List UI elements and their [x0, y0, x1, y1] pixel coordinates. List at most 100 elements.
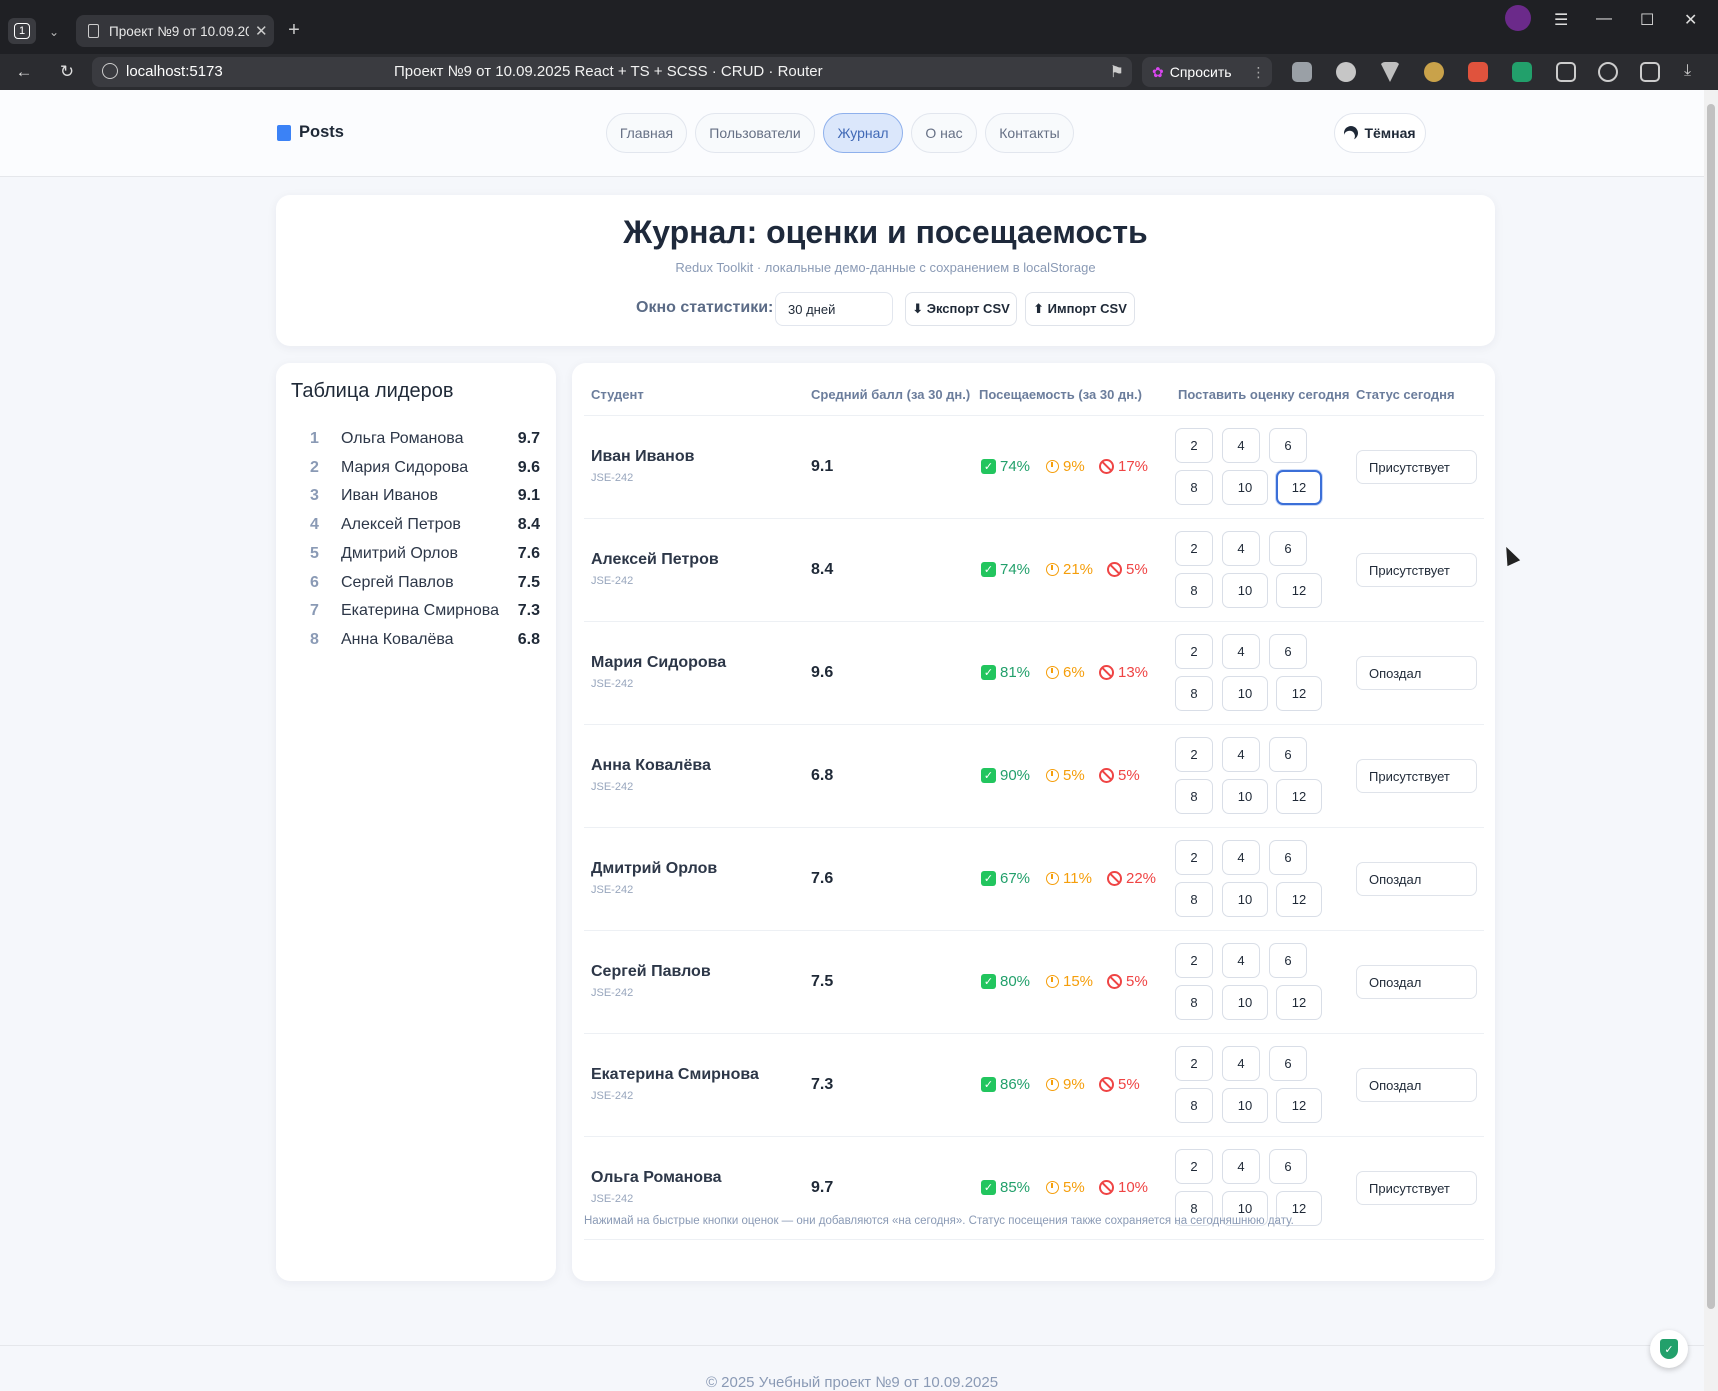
export-csv-button[interactable]: ⬇ Экспорт CSV [905, 292, 1017, 326]
student-name: Иван Иванов [591, 448, 695, 465]
nav-contacts[interactable]: Контакты [985, 113, 1074, 153]
scrollbar-thumb[interactable] [1707, 104, 1715, 1309]
brand-logo[interactable]: Posts [277, 123, 344, 142]
reload-icon[interactable]: ↻ [55, 60, 79, 84]
extension-shield-icon[interactable] [1292, 62, 1312, 82]
close-icon[interactable]: ✕ [255, 22, 268, 40]
theme-toggle-button[interactable]: Тёмная [1334, 113, 1426, 153]
status-select[interactable]: Присутствует [1356, 1171, 1477, 1205]
grade-button-2[interactable]: 2 [1175, 428, 1213, 463]
grade-button-6[interactable]: 6 [1269, 531, 1307, 566]
grade-button-2[interactable]: 2 [1175, 840, 1213, 875]
download-icon[interactable]: ⤓ [1684, 62, 1704, 82]
grade-button-10[interactable]: 10 [1222, 779, 1268, 814]
grade-button-4[interactable]: 4 [1222, 634, 1260, 669]
close-window-icon[interactable]: ✕ [1684, 10, 1697, 30]
grade-button-8[interactable]: 8 [1175, 573, 1213, 608]
leader-rank: 8 [310, 630, 319, 648]
shield-icon: ✓ [1660, 1339, 1678, 1359]
status-select[interactable]: Опоздал [1356, 656, 1477, 690]
import-csv-button[interactable]: ⬆ Импорт CSV [1025, 292, 1135, 326]
grade-button-4[interactable]: 4 [1222, 1149, 1260, 1184]
status-select[interactable]: Присутствует [1356, 759, 1477, 793]
sidebar-icon[interactable] [1640, 62, 1660, 82]
bookmark-icon[interactable]: ⚑ [1110, 62, 1124, 82]
grade-button-2[interactable]: 2 [1175, 943, 1213, 978]
back-icon[interactable]: ← [12, 60, 36, 84]
grade-button-2[interactable]: 2 [1175, 531, 1213, 566]
moon-icon [1342, 123, 1361, 142]
leader-score: 7.5 [517, 573, 540, 591]
grade-button-8[interactable]: 8 [1175, 470, 1213, 505]
table-row: Екатерина Смирнова JSE-242 7.3 ✓ 86% 9% 5% 2 4 6 8… [572, 1034, 1495, 1137]
nav-journal[interactable]: Журнал [823, 113, 903, 153]
grade-button-12[interactable]: 12 [1276, 985, 1322, 1020]
ban-icon [1099, 768, 1114, 783]
grade-button-6[interactable]: 6 [1269, 737, 1307, 772]
extension-adblock-icon[interactable] [1512, 62, 1532, 82]
grade-button-6[interactable]: 6 [1269, 943, 1307, 978]
grade-button-12[interactable]: 12 [1276, 779, 1322, 814]
status-select[interactable]: Опоздал [1356, 965, 1477, 999]
grade-button-2[interactable]: 2 [1175, 1149, 1213, 1184]
url-field[interactable]: localhost:5173 Проект №9 от 10.09.2025 R… [92, 57, 1132, 87]
grade-button-2[interactable]: 2 [1175, 634, 1213, 669]
grade-button-12[interactable]: 12 [1276, 882, 1322, 917]
grade-button-8[interactable]: 8 [1175, 985, 1213, 1020]
grade-button-10[interactable]: 10 [1222, 985, 1268, 1020]
grade-button-4[interactable]: 4 [1222, 531, 1260, 566]
grade-button-6[interactable]: 6 [1269, 634, 1307, 669]
grade-button-12[interactable]: 12 [1276, 470, 1322, 505]
ask-button[interactable]: ✿ Спросить ⋮ [1142, 57, 1272, 87]
more-icon[interactable]: ⋮ [1252, 64, 1266, 81]
grade-button-10[interactable]: 10 [1222, 676, 1268, 711]
grade-button-2[interactable]: 2 [1175, 737, 1213, 772]
grade-button-12[interactable]: 12 [1276, 1088, 1322, 1123]
status-select[interactable]: Опоздал [1356, 862, 1477, 896]
tab-count-button[interactable]: 1 [8, 18, 36, 44]
chevron-down-icon[interactable]: ⌄ [42, 20, 66, 44]
grade-button-10[interactable]: 10 [1222, 1088, 1268, 1123]
grade-button-10[interactable]: 10 [1222, 573, 1268, 608]
browser-tab[interactable]: Проект №9 от 10.09.2025 React + TS + SCS… [76, 15, 274, 47]
grade-button-8[interactable]: 8 [1175, 676, 1213, 711]
grade-button-6[interactable]: 6 [1269, 1046, 1307, 1081]
status-select[interactable]: Опоздал [1356, 1068, 1477, 1102]
grade-button-8[interactable]: 8 [1175, 882, 1213, 917]
student-name: Мария Сидорова [591, 654, 727, 671]
extension-vue-icon[interactable] [1380, 62, 1400, 82]
grade-button-10[interactable]: 10 [1222, 882, 1268, 917]
extension-bug-icon[interactable] [1468, 62, 1488, 82]
grade-button-2[interactable]: 2 [1175, 1046, 1213, 1081]
attendance-late: 11% [1046, 870, 1092, 887]
status-select[interactable]: Присутствует [1356, 450, 1477, 484]
maximize-icon[interactable]: ☐ [1640, 10, 1654, 30]
security-badge[interactable]: ✓ [1650, 1330, 1688, 1368]
grade-button-4[interactable]: 4 [1222, 1046, 1260, 1081]
grade-button-4[interactable]: 4 [1222, 737, 1260, 772]
grade-button-10[interactable]: 10 [1222, 470, 1268, 505]
grade-button-12[interactable]: 12 [1276, 573, 1322, 608]
profile-avatar[interactable] [1505, 5, 1531, 31]
grade-button-6[interactable]: 6 [1269, 840, 1307, 875]
grade-button-12[interactable]: 12 [1276, 676, 1322, 711]
nav-users[interactable]: Пользователи [695, 113, 815, 153]
status-select[interactable]: Присутствует [1356, 553, 1477, 587]
grade-button-6[interactable]: 6 [1269, 428, 1307, 463]
minimize-icon[interactable]: — [1596, 10, 1612, 28]
extension-cookie-icon[interactable] [1424, 62, 1444, 82]
grade-button-4[interactable]: 4 [1222, 840, 1260, 875]
grade-button-8[interactable]: 8 [1175, 779, 1213, 814]
extensions-puzzle-icon[interactable] [1556, 62, 1576, 82]
stat-window-select[interactable]: 30 дней [775, 292, 893, 326]
nav-about[interactable]: О нас [911, 113, 977, 153]
media-icon[interactable] [1598, 62, 1618, 82]
new-tab-icon[interactable]: + [282, 18, 306, 42]
grade-button-4[interactable]: 4 [1222, 428, 1260, 463]
menu-icon[interactable]: ☰ [1554, 10, 1568, 30]
extension-cube-icon[interactable] [1336, 62, 1356, 82]
grade-button-8[interactable]: 8 [1175, 1088, 1213, 1123]
grade-button-6[interactable]: 6 [1269, 1149, 1307, 1184]
nav-home[interactable]: Главная [606, 113, 687, 153]
grade-button-4[interactable]: 4 [1222, 943, 1260, 978]
